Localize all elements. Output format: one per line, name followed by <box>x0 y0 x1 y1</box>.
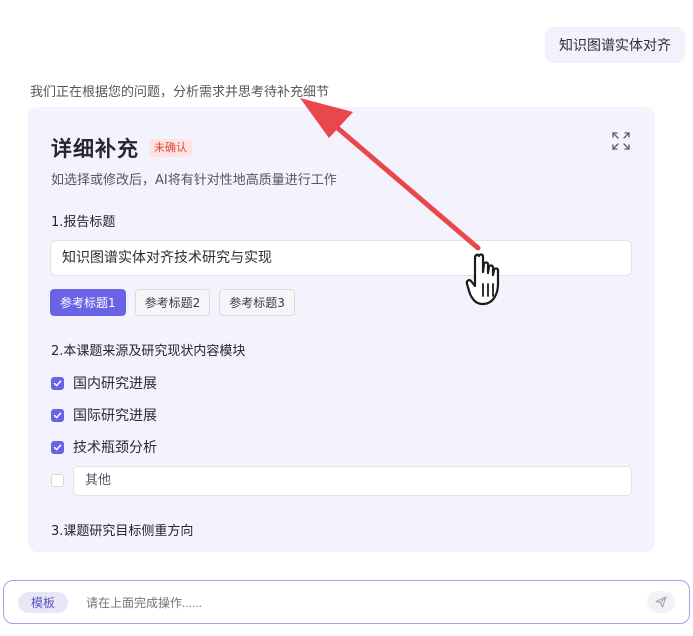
option-other[interactable] <box>51 474 64 487</box>
checkbox-checked-icon[interactable] <box>51 376 64 390</box>
unconfirmed-badge: 未确认 <box>149 139 192 157</box>
composer-input[interactable] <box>84 592 628 615</box>
option-label: 国际研究进展 <box>73 408 157 424</box>
reference-title-2-button[interactable]: 参考标题2 <box>134 289 211 316</box>
section-label-research-goal: 3.课题研究目标侧重方向 <box>51 524 194 539</box>
checkbox-unchecked-icon[interactable] <box>51 474 64 487</box>
option-tech-bottleneck[interactable]: 技术瓶颈分析 <box>51 437 157 457</box>
reference-title-3-button[interactable]: 参考标题3 <box>219 289 295 316</box>
report-title-input[interactable]: 知识图谱实体对齐技术研究与实现 <box>50 240 632 276</box>
other-option-input[interactable]: 其他 <box>73 466 632 496</box>
user-message-bubble: 知识图谱实体对齐 <box>545 27 685 63</box>
reference-title-1-button[interactable]: 参考标题1 <box>50 289 126 316</box>
expand-icon[interactable] <box>611 131 631 151</box>
section-label-report-title: 1.报告标题 <box>51 215 116 230</box>
option-domestic-research[interactable]: 国内研究进展 <box>51 373 157 393</box>
panel-header: 详细补充 未确认 <box>51 133 192 163</box>
send-icon[interactable] <box>647 591 675 613</box>
option-label: 技术瓶颈分析 <box>73 440 157 456</box>
panel-subtitle: 如选择或修改后，AI将有针对性地高质量进行工作 <box>51 173 337 188</box>
template-button[interactable]: 模板 <box>18 592 69 613</box>
checkbox-checked-icon[interactable] <box>51 408 64 422</box>
option-international-research[interactable]: 国际研究进展 <box>51 405 157 425</box>
reference-title-group: 参考标题1 参考标题2 参考标题3 <box>50 289 295 316</box>
message-composer: 模板 <box>3 580 690 624</box>
status-text: 我们正在根据您的问题，分析需求并思考待补充细节 <box>30 85 330 100</box>
panel-title: 详细补充 <box>51 137 139 161</box>
option-label: 国内研究进展 <box>73 376 157 392</box>
checkbox-checked-icon[interactable] <box>51 440 64 454</box>
section-label-research-status: 2.本课题来源及研究现状内容模块 <box>51 344 246 359</box>
detail-supplement-panel: 详细补充 未确认 如选择或修改后，AI将有针对性地高质量进行工作 1.报告标题 … <box>28 107 655 552</box>
